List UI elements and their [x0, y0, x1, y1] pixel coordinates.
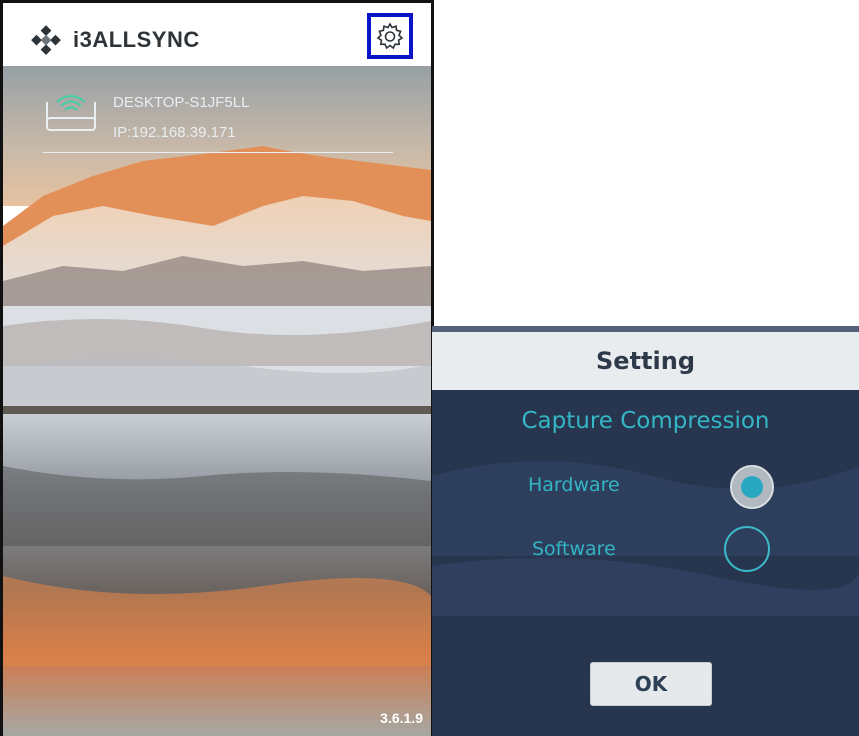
diamond-logo-icon — [31, 25, 61, 55]
ok-button-label: OK — [634, 672, 668, 696]
software-radio[interactable] — [724, 526, 770, 572]
app-logo-text: i3ALLSYNC — [73, 27, 200, 52]
capture-compression-heading: Capture Compression — [521, 408, 770, 434]
settings-button[interactable] — [367, 13, 413, 59]
settings-dialog: Setting Capture Compression Hardware Sof… — [432, 326, 859, 736]
hardware-radio[interactable] — [730, 465, 774, 509]
app-header: i3ALLSYNC — [3, 0, 431, 66]
ok-button[interactable]: OK — [590, 662, 712, 706]
gear-icon — [376, 22, 404, 50]
dialog-header: Setting — [432, 332, 859, 390]
divider — [43, 152, 393, 153]
router-wifi-icon — [46, 95, 96, 131]
connected-device[interactable]: DESKTOP-S1JF5LL IP:192.168.39.171 — [39, 90, 399, 154]
device-name: DESKTOP-S1JF5LL — [113, 94, 250, 111]
mountain-lake-background — [3, 66, 431, 736]
version-label: 3.6.1.9 — [380, 710, 423, 726]
radio-selected-dot — [741, 476, 763, 498]
main-screen: i3ALLSYNC DESKTOP-S1JF5LL IP:192.168.39.… — [0, 0, 434, 736]
device-ip: IP:192.168.39.171 — [113, 124, 236, 141]
hardware-option-label[interactable]: Hardware — [528, 474, 620, 496]
dialog-title: Setting — [596, 347, 695, 375]
software-option-label[interactable]: Software — [532, 538, 616, 560]
